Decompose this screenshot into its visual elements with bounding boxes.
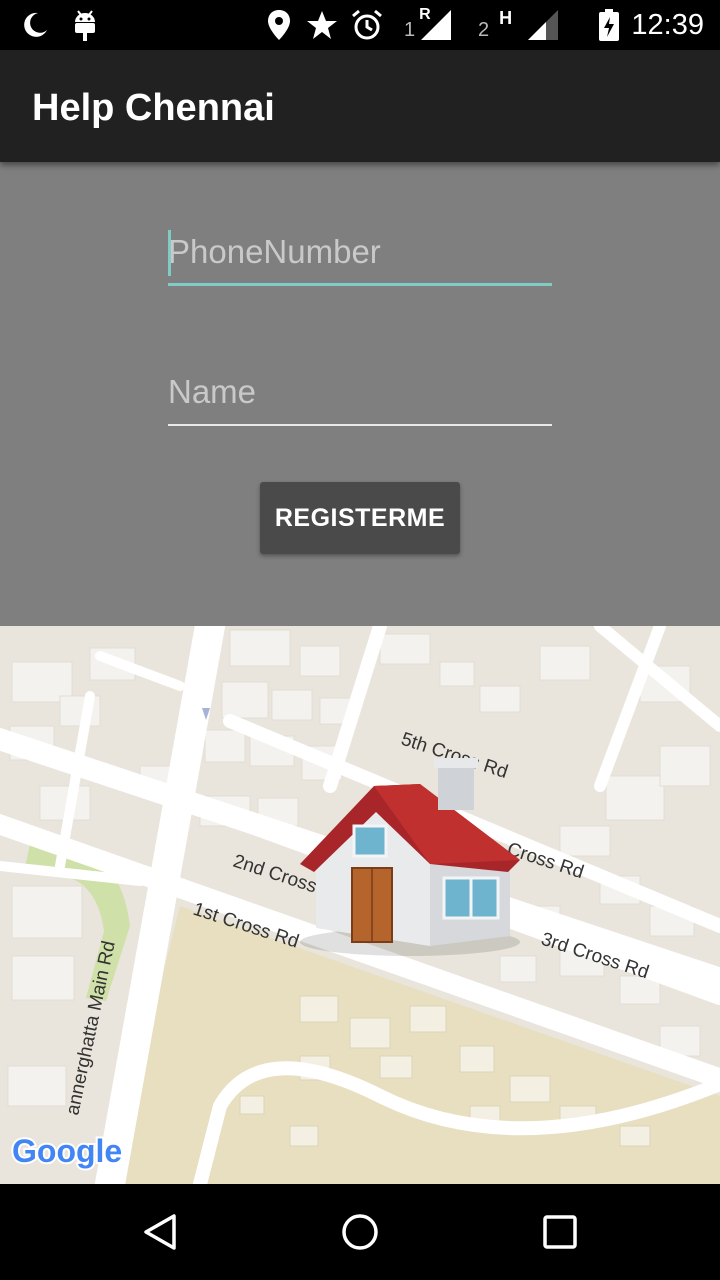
star-icon [306, 0, 338, 50]
name-underline [168, 424, 552, 426]
phone-number-input[interactable] [168, 222, 552, 282]
text-cursor [168, 230, 171, 276]
signal-icon [421, 10, 452, 40]
alarm-icon [350, 0, 384, 50]
status-bar: 1 R 2 H 12:39 [0, 0, 720, 50]
phone-number-field[interactable] [168, 222, 552, 286]
home-icon[interactable] [328, 1200, 392, 1264]
google-logo: Google [10, 1131, 124, 1171]
sim1-signal: 1 R [404, 0, 453, 50]
sim2-signal: 2 H [478, 0, 560, 50]
back-icon[interactable] [128, 1200, 192, 1264]
battery-charging-icon [598, 0, 620, 50]
android-debug-icon [70, 0, 100, 50]
register-button[interactable]: REGISTERME [260, 482, 460, 554]
map-canvas: 5th Cross Rd Cross Rd 2nd Cross 1st Cros… [0, 626, 720, 1184]
app-bar: Help Chennai [0, 50, 720, 162]
recents-icon[interactable] [528, 1200, 592, 1264]
map-view[interactable]: 5th Cross Rd Cross Rd 2nd Cross 1st Cros… [0, 626, 720, 1184]
name-input[interactable] [168, 362, 552, 422]
moon-icon [20, 0, 50, 50]
registration-form: REGISTERME [0, 162, 720, 626]
app-title: Help Chennai [32, 87, 275, 129]
navigation-bar [0, 1184, 720, 1280]
clock: 12:39 [631, 9, 704, 41]
location-icon [266, 0, 292, 50]
name-field[interactable] [168, 362, 552, 426]
phone-number-underline [168, 283, 552, 286]
svg-text:Google: Google [12, 1133, 122, 1169]
